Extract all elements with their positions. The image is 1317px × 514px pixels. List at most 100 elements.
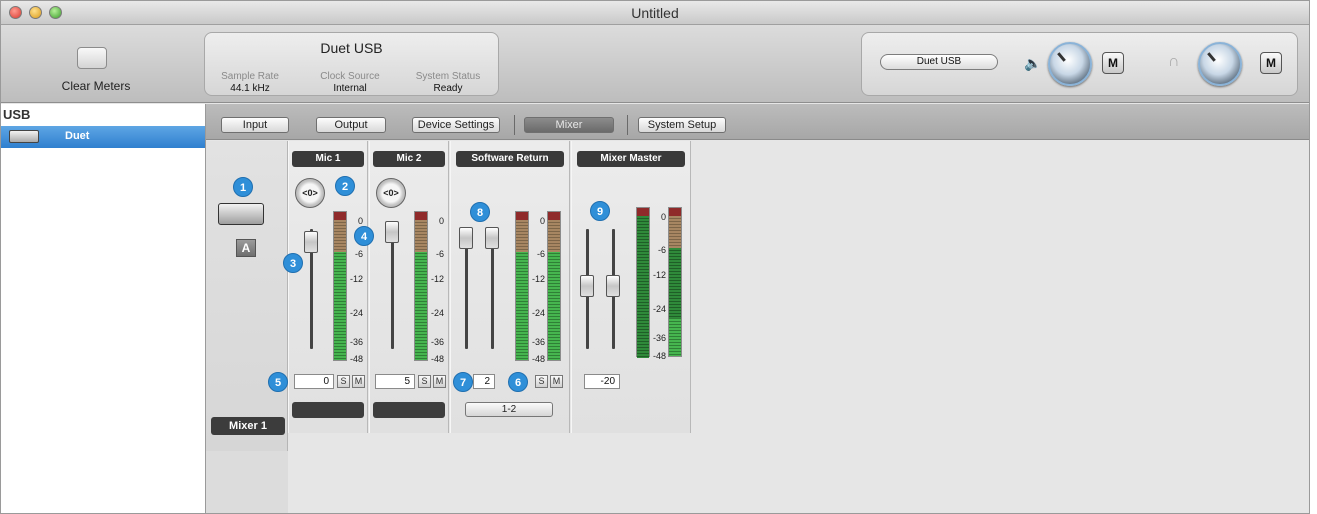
level-meter-right	[547, 211, 561, 361]
solo-button[interactable]: S	[418, 375, 431, 388]
app-window: Untitled Clear Meters Duet USB Sample Ra…	[0, 0, 1310, 514]
channel-name-bar[interactable]	[292, 402, 364, 418]
meter-scale-48: -48	[349, 354, 363, 364]
meter-scale-6: -6	[536, 249, 545, 259]
tab-input[interactable]: Input	[221, 117, 289, 133]
device-info-panel: Duet USB Sample Rate 44.1 kHz Clock Sour…	[204, 32, 499, 96]
meter-scale-36: -36	[652, 333, 666, 343]
mute-button[interactable]: M	[352, 375, 365, 388]
device-sidebar: USB Duet	[1, 104, 206, 513]
callout-7: 7	[453, 372, 473, 392]
headphone-volume-knob[interactable]	[1198, 42, 1242, 86]
clock-source-label: Clock Source	[320, 71, 380, 82]
meter-scale-48: -48	[652, 351, 666, 361]
meter-scale-12: -12	[349, 274, 363, 284]
volume-value-field[interactable]: 2	[473, 374, 495, 389]
headphone-icon: ∩	[1168, 53, 1180, 70]
clear-meters-button[interactable]	[77, 47, 107, 69]
sample-rate-info: Sample Rate 44.1 kHz	[205, 71, 295, 94]
callout-5: 5	[268, 372, 288, 392]
mixer-selector-strip: A Mixer 1	[206, 141, 288, 513]
title-bar: Untitled	[1, 1, 1309, 25]
volume-fader-left[interactable]	[459, 227, 473, 249]
volume-fader-right[interactable]	[606, 275, 620, 297]
channel-title: Software Return	[456, 151, 564, 167]
solo-button[interactable]: S	[337, 375, 350, 388]
meter-scale-24: -24	[430, 308, 444, 318]
sidebar-item-label: Duet	[65, 130, 90, 142]
meter-scale-36: -36	[531, 337, 545, 347]
meter-scale-12: -12	[430, 274, 444, 284]
meter-scale-24: -24	[531, 308, 545, 318]
tab-system-setup[interactable]: System Setup	[638, 117, 726, 133]
channel-strip-mic2: Mic 2 <0> 0 -6 -12 -24 -36 -48 5 S M	[369, 141, 449, 433]
volume-value-field[interactable]: 5	[375, 374, 415, 389]
pan-knob[interactable]: <0>	[295, 178, 325, 208]
tab-separator	[627, 115, 628, 135]
system-status-value: Ready	[433, 83, 463, 94]
callout-1: 1	[233, 177, 253, 197]
meter-scale-12: -12	[531, 274, 545, 284]
mute-button[interactable]: M	[433, 375, 446, 388]
meter-scale-48: -48	[531, 354, 545, 364]
meter-scale-0: 0	[660, 212, 666, 222]
meter-scale-0: 0	[438, 216, 444, 226]
pan-knob[interactable]: <0>	[376, 178, 406, 208]
callout-4: 4	[354, 226, 374, 246]
meter-scale-6: -6	[657, 245, 666, 255]
device-input-icon	[218, 203, 264, 225]
output-control-panel: Duet USB 🔈 M ∩ M	[861, 32, 1298, 96]
callout-2: 2	[335, 176, 355, 196]
mute-button[interactable]: M	[550, 375, 563, 388]
output-device-select[interactable]: Duet USB	[880, 54, 998, 70]
meter-scale-36: -36	[430, 337, 444, 347]
channel-strip-mic1: Mic 1 <0> 0 -6 -12 -24 -36 -48 0 S M	[288, 141, 368, 433]
output-routing-select[interactable]: 1-2	[465, 402, 553, 417]
tab-output[interactable]: Output	[316, 117, 386, 133]
level-meter-right	[668, 207, 682, 357]
volume-fader[interactable]	[385, 221, 399, 243]
meter-scale-36: -36	[349, 337, 363, 347]
audio-interface-icon	[9, 130, 39, 143]
meter-scale-6: -6	[435, 249, 444, 259]
sample-rate-value: 44.1 kHz	[230, 83, 270, 94]
sidebar-item-duet[interactable]: Duet	[1, 126, 205, 148]
meter-scale-0: 0	[357, 216, 363, 226]
clock-source-value: Internal	[333, 83, 367, 94]
tab-mixer[interactable]: Mixer	[524, 117, 614, 133]
clock-source-info: Clock Source Internal	[305, 71, 395, 94]
meter-scale-12: -12	[652, 270, 666, 280]
tab-bar: Input Output Device Settings Mixer Syste…	[206, 104, 1309, 140]
callout-8: 8	[470, 202, 490, 222]
volume-fader[interactable]	[304, 231, 318, 253]
system-status-label: System Status	[415, 71, 481, 82]
speaker-icon: 🔈	[1024, 55, 1042, 71]
callout-3: 3	[283, 253, 303, 273]
clear-meters-label: Clear Meters	[61, 79, 131, 93]
speaker-volume-knob[interactable]	[1048, 42, 1092, 86]
device-name: Duet USB	[320, 40, 383, 56]
meter-scale-48: -48	[430, 354, 444, 364]
callout-9: 9	[590, 201, 610, 221]
toolbar: Clear Meters Duet USB Sample Rate 44.1 k…	[1, 25, 1309, 103]
meter-scale-24: -24	[652, 304, 666, 314]
channel-strip-mixer-master: Mixer Master 0 -6 -12 -24 -36 -48 -20	[571, 141, 691, 433]
meter-scale-0: 0	[539, 216, 545, 226]
volume-value-field[interactable]: 0	[294, 374, 334, 389]
channel-title: Mic 2	[373, 151, 445, 167]
mixer-name-tab[interactable]: Mixer 1	[211, 417, 285, 435]
sample-rate-label: Sample Rate	[221, 71, 279, 82]
channel-a-badge[interactable]: A	[236, 239, 256, 257]
headphone-mute-button[interactable]: M	[1260, 52, 1282, 74]
master-volume-value-field[interactable]: -20	[584, 374, 620, 389]
speaker-mute-button[interactable]: M	[1102, 52, 1124, 74]
sidebar-header: USB	[3, 107, 31, 122]
solo-button[interactable]: S	[535, 375, 548, 388]
mixer-area: A Mixer 1 Mic 1 <0> 0 -6 -12 -24 -36 -48…	[206, 141, 1309, 513]
volume-fader-left[interactable]	[580, 275, 594, 297]
volume-fader-right[interactable]	[485, 227, 499, 249]
meter-scale-24: -24	[349, 308, 363, 318]
tab-device-settings[interactable]: Device Settings	[412, 117, 500, 133]
meter-scale-6: -6	[354, 249, 363, 259]
channel-name-bar[interactable]	[373, 402, 445, 418]
